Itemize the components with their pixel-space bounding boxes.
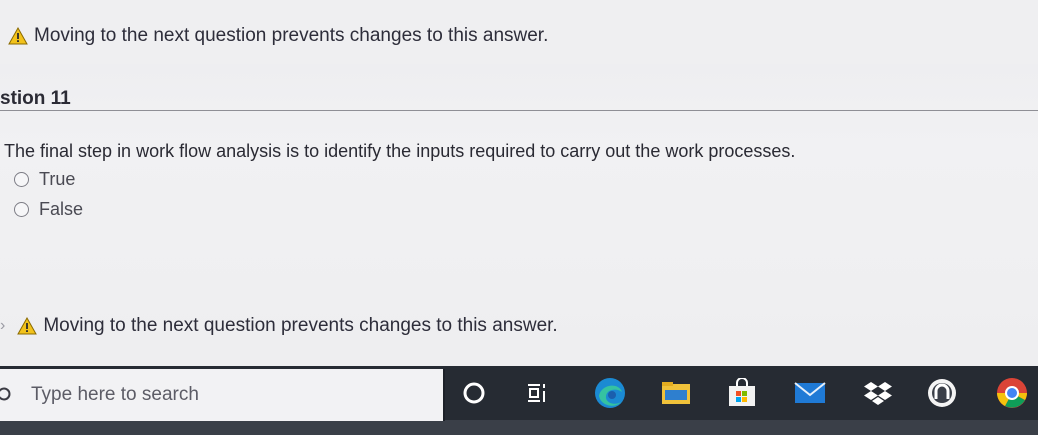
cortana-icon[interactable] xyxy=(456,375,492,411)
option-true[interactable]: True xyxy=(14,169,75,190)
store-icon[interactable] xyxy=(724,375,760,411)
task-view-icon[interactable] xyxy=(520,375,556,411)
question-title: stion 11 xyxy=(0,88,71,109)
warning-text: Moving to the next question prevents cha… xyxy=(34,25,549,46)
warning-icon xyxy=(17,317,38,335)
question-header: stion 11 xyxy=(0,88,1038,111)
option-true-label: True xyxy=(39,169,76,189)
radio-true[interactable] xyxy=(14,172,29,187)
edge-icon[interactable] xyxy=(592,375,628,411)
file-explorer-icon[interactable] xyxy=(658,375,694,411)
bottom-warning: › Moving to the next question prevents c… xyxy=(0,315,558,337)
option-false-label: False xyxy=(39,199,84,219)
taskbar-edge xyxy=(0,420,1038,435)
search-placeholder: Type here to search xyxy=(31,384,199,405)
taskbar-search-box[interactable]: Type here to search xyxy=(0,369,445,421)
warning-icon xyxy=(8,27,28,45)
chrome-icon[interactable] xyxy=(994,375,1030,411)
radio-false[interactable] xyxy=(14,202,29,217)
mail-icon[interactable] xyxy=(792,375,828,411)
warning-text: Moving to the next question prevents cha… xyxy=(43,315,558,336)
chevron-right-icon[interactable]: › xyxy=(0,317,5,335)
app-icon[interactable] xyxy=(924,375,960,411)
option-false[interactable]: False xyxy=(14,199,83,220)
quiz-page: Moving to the next question prevents cha… xyxy=(0,0,1038,366)
search-icon xyxy=(0,387,11,401)
question-text: The final step in work flow analysis is … xyxy=(4,141,796,161)
dropbox-icon[interactable] xyxy=(860,375,896,411)
top-warning: Moving to the next question prevents cha… xyxy=(8,25,548,47)
